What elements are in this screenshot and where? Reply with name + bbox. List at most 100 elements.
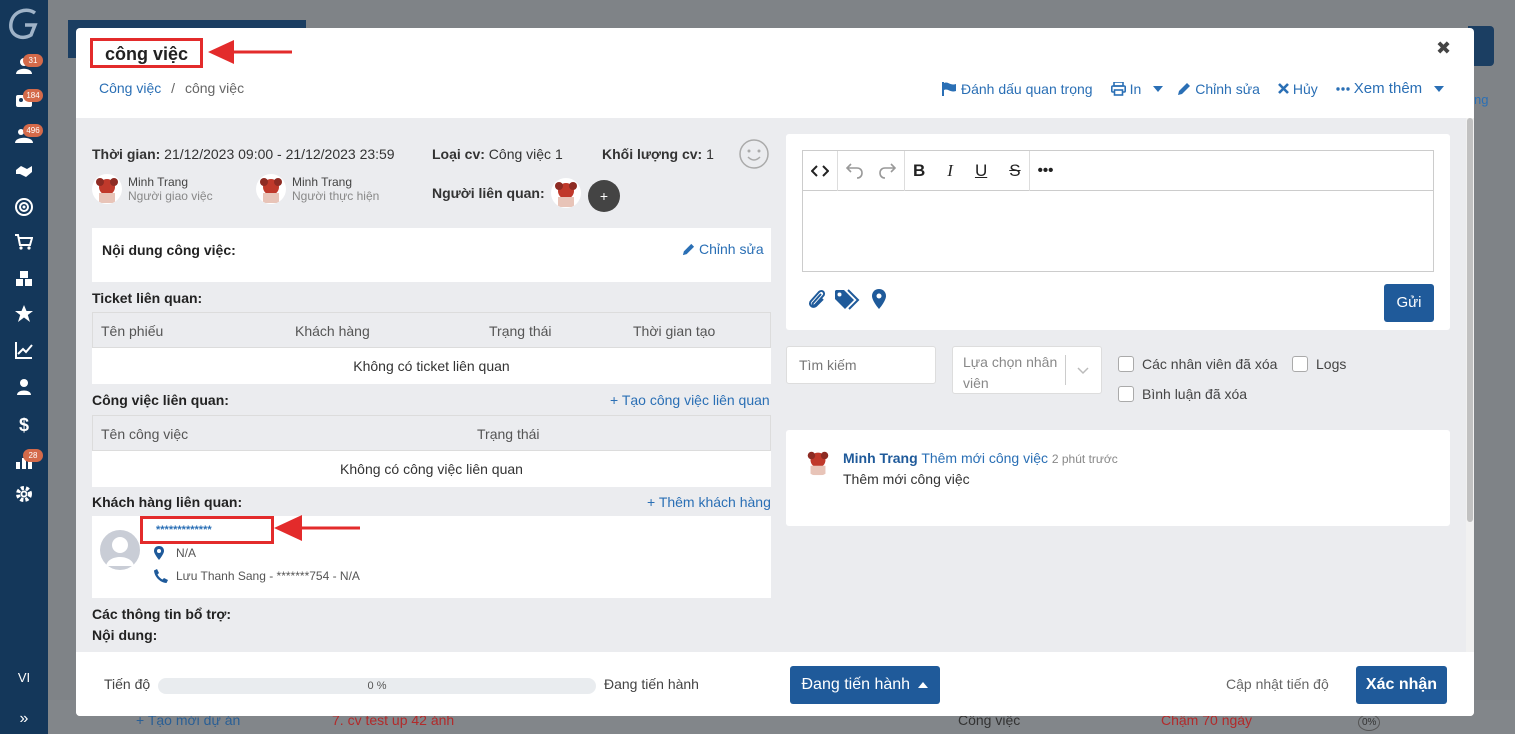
logs-checkbox[interactable]: Logs [1292,356,1346,372]
deleted-comments-checkbox[interactable]: Bình luận đã xóa [1118,386,1247,402]
notification-badge: 28 [23,449,43,462]
customer-address-text: N/A [176,546,197,560]
editor-toolbar: B I U S ••• [803,150,1433,191]
customer-phone: Lưu Thanh Sang - *******754 - N/A [154,569,360,583]
editor-group [838,150,905,191]
logs-label: Logs [1316,356,1347,372]
breadcrumb-current: công việc [184,80,245,96]
scrollbar-thumb[interactable] [1467,118,1473,522]
chevron-down-icon [1077,367,1089,375]
svg-text:$: $ [19,415,29,433]
gear-icon[interactable] [0,482,48,506]
edit-label: Chỉnh sửa [1195,80,1260,97]
column-header: Thời gian tạo [633,323,716,339]
target-icon[interactable] [0,195,48,219]
customer-name-link[interactable]: ************* [156,524,212,536]
activity-time: 2 phút trước [1051,452,1118,466]
smile-icon[interactable] [738,138,770,170]
edit-button[interactable]: Chỉnh sửa [1177,81,1260,97]
avatar[interactable] [550,178,581,208]
pencil-icon [1178,82,1191,95]
customer-phone-text: Lưu Thanh Sang - *******754 - N/A [176,569,360,583]
deleted-staff-checkbox[interactable]: Các nhân viên đã xóa [1118,356,1277,372]
modal-title: công việc [90,38,204,68]
breadcrumb-parent-link[interactable]: Công việc [99,80,161,96]
activity-user[interactable]: Minh Trang [843,450,918,466]
cart-icon[interactable] [0,230,48,254]
checkbox-box[interactable] [1118,356,1134,372]
checkbox-box[interactable] [1292,356,1308,372]
comments-column: B I U S ••• Gửi Tìm kiếm Lựa chọn nhân v… [786,118,1450,652]
cancel-task-button[interactable]: Hủy [1277,81,1318,97]
background-task-percent: 0% [1358,714,1381,731]
comment-text-area[interactable] [803,192,1433,271]
mark-important-button[interactable]: Đánh dấu quan trọng [942,81,1093,97]
column-header: Tên công việc [101,426,189,442]
status-dropdown-button[interactable]: Đang tiến hành [790,666,940,704]
print-dropdown-button[interactable] [1153,85,1164,92]
code-view-icon[interactable] [811,164,829,178]
close-icon[interactable]: ✖ [1436,38,1451,59]
comment-search-input[interactable]: Tìm kiếm [786,346,936,384]
task-modal: công việc ✖ Công việc / công việc Đánh d… [76,28,1474,716]
task-details-column: Thời gian: 21/12/2023 09:00 - 21/12/2023… [92,118,772,652]
related-people-label: Người liên quan: [432,185,545,201]
progress-bar[interactable]: 0 % [158,678,596,694]
extra-info-label: Các thông tin bổ trợ: [92,606,232,622]
print-label: In [1129,80,1142,97]
assigner-role: Người giao việc [128,189,213,203]
modal-scrollbar[interactable] [1466,118,1474,652]
customer-address: N/A [154,546,196,560]
activity-card: Minh Trang Thêm mới công việc 2 phút trư… [786,430,1450,526]
customer-avatar [100,530,140,570]
add-customer-link[interactable]: + Thêm khách hàng [647,494,771,510]
send-comment-button[interactable]: Gửi [1384,284,1434,322]
caret-down-icon [1153,85,1164,92]
more-button[interactable]: Xem thêm [1336,80,1445,97]
staff-select-placeholder: Lựa chọn nhân viên [963,354,1058,391]
phone-icon [154,569,168,583]
assignee-name: Minh Trang [292,175,353,189]
star-icon[interactable] [0,302,48,326]
expand-sidebar-button[interactable]: » [0,710,48,728]
customer-card: ************* N/A Lưu Thanh Sang - *****… [92,516,771,598]
undo-icon[interactable] [846,162,864,179]
app-logo[interactable] [5,5,43,43]
comment-editor-card: B I U S ••• Gửi [786,134,1450,330]
progress-label: Tiến độ [104,676,151,692]
print-button[interactable]: In [1110,80,1142,97]
editor-group: ••• [1030,151,1062,191]
volume-value: 1 [706,146,714,162]
activity-header: Minh Trang Thêm mới công việc 2 phút trư… [843,450,1118,466]
column-header: Khách hàng [295,323,370,339]
dollar-icon[interactable]: $ [0,412,48,436]
map-marker-icon [154,546,164,560]
edit-content-link[interactable]: Chỉnh sửa [682,241,764,257]
map-marker-icon[interactable] [872,289,886,309]
volume-label: Khối lượng cv: [602,146,703,162]
modal-footer: Tiến độ 0 % Đang tiến hành Đang tiến hàn… [76,652,1474,716]
italic-icon[interactable]: I [947,161,953,181]
checkbox-box[interactable] [1118,386,1134,402]
more-options-icon[interactable]: ••• [1038,162,1054,179]
language-switch[interactable]: VI [0,670,48,685]
redo-icon[interactable] [878,162,896,179]
add-related-person-button[interactable]: + [588,180,620,212]
sitemap-icon[interactable] [0,375,48,399]
confirm-button[interactable]: Xác nhận [1356,666,1447,704]
tags-icon[interactable] [834,289,862,311]
add-related-task-link[interactable]: + Tạo công việc liên quan [610,392,770,408]
staff-select[interactable]: Lựa chọn nhân viên [952,346,1102,394]
paperclip-icon[interactable] [808,288,826,310]
avatar [256,174,286,204]
related-tasks-table-header: Tên công việc Trạng thái [92,415,771,451]
chart-line-icon[interactable] [0,338,48,362]
strikethrough-icon[interactable]: S [1009,161,1020,181]
handshake-icon[interactable] [0,159,48,183]
cubes-icon[interactable] [0,267,48,291]
activity-action: Thêm mới công việc [921,450,1048,466]
bold-icon[interactable]: B [913,161,925,181]
update-progress-link[interactable]: Cập nhật tiến độ [1226,676,1329,692]
assigner-name: Minh Trang [128,175,189,189]
underline-icon[interactable]: U [975,161,987,181]
